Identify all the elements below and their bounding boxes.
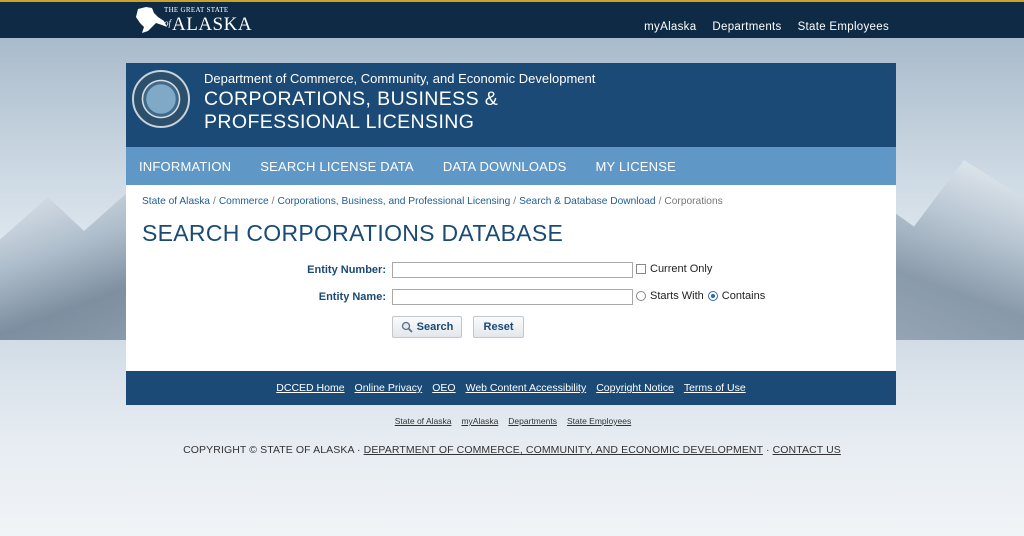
logo-of-text: of	[164, 18, 172, 28]
footer-oeo[interactable]: OEO	[432, 382, 455, 394]
logo-small-text: THE GREAT STATE	[164, 6, 229, 14]
search-icon	[401, 321, 413, 333]
top-bar: THE GREAT STATE of ALASKA myAlaska Depar…	[0, 0, 1024, 38]
sub-link-state-employees[interactable]: State Employees	[567, 416, 631, 426]
copyright-middle: ·	[762, 444, 773, 456]
page-header: Department of Commerce, Community, and E…	[126, 63, 896, 147]
entity-number-input[interactable]	[392, 262, 633, 278]
nav-my-license[interactable]: MY LICENSE	[595, 159, 676, 174]
breadcrumb-separator: /	[212, 196, 216, 207]
sub-footer-links: State of Alaska myAlaska Departments Sta…	[0, 416, 1024, 426]
current-only-checkbox[interactable]	[636, 264, 646, 274]
site-title-line2: PROFESSIONAL LICENSING	[204, 111, 475, 133]
logo-big-text: ALASKA	[172, 14, 253, 35]
copyright-contact-link[interactable]: CONTACT US	[773, 444, 841, 456]
breadcrumb-cbpl[interactable]: Corporations, Business, and Professional…	[277, 196, 510, 207]
entity-number-label: Entity Number:	[307, 264, 386, 276]
department-name: Department of Commerce, Community, and E…	[204, 71, 596, 86]
starts-with-radio[interactable]	[636, 291, 646, 301]
reset-button[interactable]: Reset	[473, 316, 524, 338]
breadcrumb: State of Alaska / Commerce / Corporations, B…	[142, 196, 723, 207]
nav-data-downloads[interactable]: DATA DOWNLOADS	[443, 159, 567, 174]
state-seal-icon	[132, 70, 190, 128]
search-button[interactable]: Search	[392, 316, 462, 338]
sub-link-departments[interactable]: Departments	[508, 416, 557, 426]
contains-label: Contains	[721, 290, 766, 302]
starts-with-label: Starts With	[650, 290, 704, 302]
top-nav-myalaska[interactable]: myAlaska	[644, 21, 696, 33]
breadcrumb-state-of-alaska[interactable]: State of Alaska	[142, 196, 210, 207]
breadcrumb-search-download[interactable]: Search & Database Download	[519, 196, 655, 207]
current-only-option[interactable]: Current Only	[636, 263, 712, 275]
alaska-map-icon	[136, 7, 167, 33]
copyright-prefix: COPYRIGHT © STATE OF ALASKA ·	[183, 444, 364, 456]
copyright-dept-link[interactable]: DEPARTMENT OF COMMERCE, COMMUNITY, AND E…	[364, 444, 763, 456]
name-match-options: Starts With Contains	[636, 290, 765, 302]
panel-footer: DCCED Home Online Privacy OEO Web Conten…	[126, 371, 896, 405]
search-button-label: Search	[416, 321, 454, 333]
contains-radio[interactable]	[707, 291, 718, 301]
footer-web-accessibility[interactable]: Web Content Accessibility	[466, 382, 587, 394]
footer-terms-of-use[interactable]: Terms of Use	[684, 382, 746, 394]
footer-copyright-notice[interactable]: Copyright Notice	[596, 382, 674, 394]
site-title-line1: CORPORATIONS, BUSINESS &	[204, 88, 499, 110]
entity-name-label: Entity Name:	[318, 291, 386, 303]
current-only-label: Current Only	[650, 263, 713, 275]
breadcrumb-commerce[interactable]: Commerce	[219, 196, 269, 207]
alaska-logo[interactable]: THE GREAT STATE of ALASKA	[134, 5, 254, 35]
page-title: SEARCH CORPORATIONS DATABASE	[142, 220, 564, 246]
copyright-line: COPYRIGHT © STATE OF ALASKA · DEPARTMENT…	[0, 444, 1024, 456]
nav-information[interactable]: INFORMATION	[139, 159, 231, 174]
footer-dcced-home[interactable]: DCCED Home	[276, 382, 344, 394]
main-nav: INFORMATION SEARCH LICENSE DATA DATA DOW…	[126, 147, 896, 185]
top-nav-state-employees[interactable]: State Employees	[798, 21, 889, 33]
breadcrumb-current: Corporations	[664, 196, 723, 207]
sub-link-myalaska[interactable]: myAlaska	[461, 416, 498, 426]
sub-link-state-of-alaska[interactable]: State of Alaska	[395, 416, 452, 426]
top-nav: myAlaska Departments State Employees	[644, 21, 889, 33]
footer-online-privacy[interactable]: Online Privacy	[355, 382, 423, 394]
site-title[interactable]: CORPORATIONS, BUSINESS & PROFESSIONAL LI…	[204, 88, 498, 134]
breadcrumb-separator: /	[513, 196, 517, 207]
entity-name-input[interactable]	[392, 289, 633, 305]
top-nav-departments[interactable]: Departments	[712, 21, 781, 33]
nav-search-license-data[interactable]: SEARCH LICENSE DATA	[260, 159, 414, 174]
main-panel: Department of Commerce, Community, and E…	[126, 63, 896, 405]
